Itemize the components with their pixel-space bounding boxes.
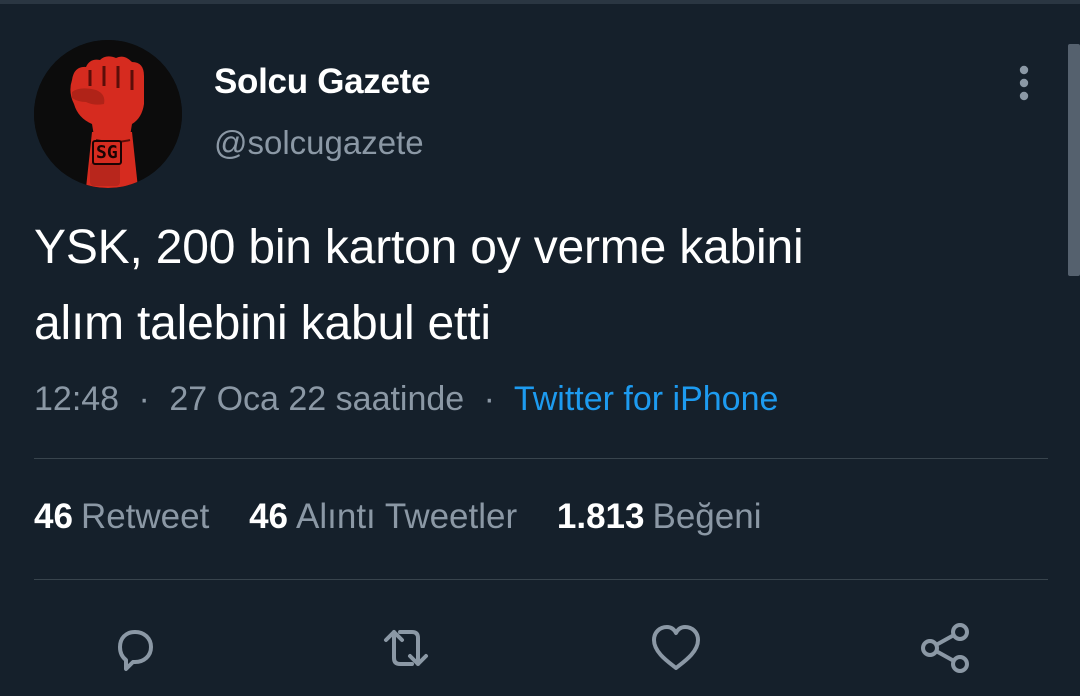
stat-count: 46 <box>34 497 73 536</box>
divider <box>34 458 1048 459</box>
separator: · <box>483 380 495 418</box>
reply-button[interactable] <box>106 620 162 676</box>
tweet-time[interactable]: 12:48 <box>34 380 119 418</box>
share-button[interactable] <box>918 620 974 676</box>
more-vertical-icon <box>1019 65 1029 101</box>
retweet-icon <box>384 630 428 666</box>
stat-label: Beğeni <box>652 497 762 536</box>
retweet-button[interactable] <box>378 620 434 676</box>
tweet-detail-page: SG Solcu Gazete @solcugazete YSK, 200 bi… <box>0 0 1080 696</box>
reply-icon <box>118 630 153 671</box>
scrollbar[interactable] <box>1068 44 1080 276</box>
separator: · <box>138 380 150 418</box>
top-divider <box>0 0 1080 4</box>
stat-count: 46 <box>249 497 289 536</box>
share-icon <box>921 623 969 673</box>
tweet-source-link[interactable]: Twitter for iPhone <box>514 380 779 418</box>
engagement-stats: 46 Retweet 46 Alıntı Tweetler 1.813 Beğeni <box>34 497 791 537</box>
stat-label: Retweet <box>80 497 210 536</box>
display-name[interactable]: Solcu Gazete <box>214 62 431 102</box>
more-options-button[interactable] <box>1006 62 1042 106</box>
stat-count: 1.813 <box>556 497 645 536</box>
raised-fist-logo <box>34 40 182 188</box>
stat-label: Alıntı Tweetler <box>296 497 518 536</box>
avatar[interactable]: SG <box>34 40 182 188</box>
likes-count-link[interactable]: 1.813 Beğeni <box>557 497 762 537</box>
heart-icon <box>652 625 700 670</box>
tweet-date[interactable]: 27 Oca 22 saatinde <box>169 380 464 418</box>
tweet-text-line: alım talebini kabul etti <box>34 297 491 350</box>
tweet-text: YSK, 200 bin karton oy verme kabini alım… <box>34 210 1044 362</box>
tweet-text-line: YSK, 200 bin karton oy verme kabini <box>34 221 804 274</box>
divider <box>34 579 1048 580</box>
tweet-meta: 12:48 · 27 Oca 22 saatinde · Twitter for… <box>34 380 778 419</box>
avatar-text: SG <box>92 140 122 165</box>
like-button[interactable] <box>648 620 704 676</box>
username-handle[interactable]: @solcugazete <box>214 124 424 162</box>
retweet-count-link[interactable]: 46 Retweet <box>34 497 209 537</box>
quote-tweets-link[interactable]: 46 Alıntı Tweetler <box>249 497 517 537</box>
